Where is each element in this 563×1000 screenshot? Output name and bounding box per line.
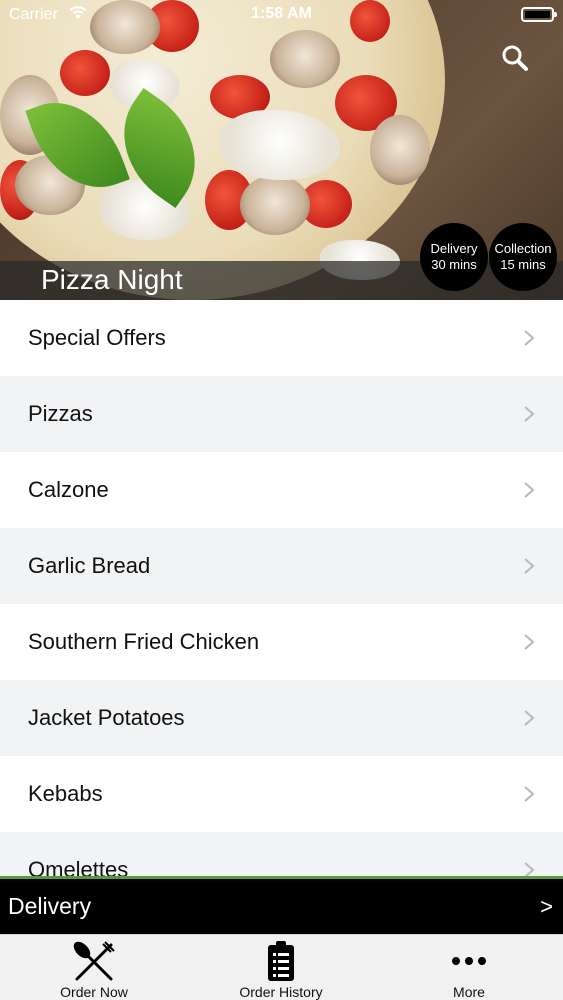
chevron-right-icon: > (540, 894, 553, 919)
delivery-badge-label: Delivery (430, 241, 478, 256)
clock: 1:58 AM (251, 5, 312, 22)
menu-item-label: Kebabs (28, 781, 103, 806)
search-button[interactable] (497, 40, 533, 76)
menu-item-special-offers[interactable]: Special Offers (0, 300, 563, 376)
menu-item-omelettes[interactable]: Omelettes (0, 832, 563, 877)
tab-order-now[interactable]: Order Now (24, 935, 164, 1000)
fork-knife-icon (73, 941, 115, 981)
menu-item-pizzas[interactable]: Pizzas (0, 376, 563, 452)
menu-item-jacket-potatoes[interactable]: Jacket Potatoes (0, 680, 563, 756)
menu-item-label: Pizzas (28, 401, 93, 426)
order-type-label: Delivery (8, 893, 92, 919)
menu-item-label: Calzone (28, 477, 109, 502)
delivery-badge-time: 30 mins (431, 257, 477, 272)
tab-label: Order History (239, 984, 323, 1000)
collection-time-badge: Collection 15 mins (489, 223, 557, 291)
chevron-right-icon (524, 406, 535, 422)
menu-item-calzone[interactable]: Calzone (0, 452, 563, 528)
battery-icon (521, 7, 557, 22)
tab-order-history[interactable]: Order History (211, 935, 351, 1000)
menu-item-label: Special Offers (28, 325, 166, 350)
menu-category-list[interactable]: Special Offers Pizzas Calzone Garlic Bre… (0, 300, 563, 877)
search-icon (502, 45, 528, 71)
menu-item-southern-fried-chicken[interactable]: Southern Fried Chicken (0, 604, 563, 680)
restaurant-name: Pizza Night (41, 264, 183, 295)
menu-item-garlic-bread[interactable]: Garlic Bread (0, 528, 563, 604)
tab-bar: Order Now Order History More (0, 934, 563, 1000)
menu-item-label: Omelettes (28, 857, 129, 877)
collection-badge-label: Collection (494, 241, 552, 256)
chevron-right-icon (524, 862, 535, 877)
order-type-bar[interactable]: Delivery > (0, 876, 563, 934)
tab-more[interactable]: More (399, 935, 539, 1000)
status-bar: Carrier 1:58 AM (0, 0, 563, 30)
tab-label: More (453, 984, 485, 1000)
chevron-right-icon (524, 786, 535, 802)
chevron-right-icon (524, 558, 535, 574)
menu-item-kebabs[interactable]: Kebabs (0, 756, 563, 832)
more-dots-icon (452, 957, 486, 965)
clipboard-list-icon (268, 941, 294, 981)
delivery-time-badge: Delivery 30 mins (420, 223, 488, 291)
collection-badge-time: 15 mins (500, 257, 546, 272)
chevron-right-icon (524, 482, 535, 498)
menu-item-label: Southern Fried Chicken (28, 629, 260, 654)
menu-item-label: Jacket Potatoes (28, 705, 185, 730)
chevron-right-icon (524, 710, 535, 726)
chevron-right-icon (524, 634, 535, 650)
tab-label: Order Now (60, 984, 128, 1000)
chevron-right-icon (524, 330, 535, 346)
menu-item-label: Garlic Bread (28, 553, 151, 578)
